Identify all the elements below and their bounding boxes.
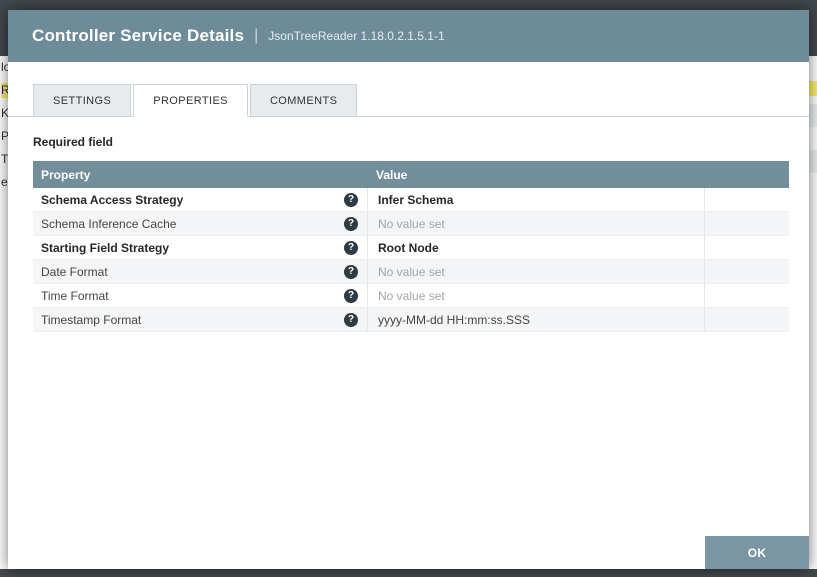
ok-button[interactable]: OK: [705, 536, 809, 569]
property-value-cell: No value set: [368, 260, 705, 283]
controller-service-details-dialog: Controller Service Details | JsonTreeRea…: [8, 10, 809, 569]
property-name: Time Format: [41, 288, 109, 303]
property-name-cell: Schema Inference Cache?: [33, 212, 368, 235]
dialog-header: Controller Service Details | JsonTreeRea…: [8, 10, 809, 62]
dialog-title: Controller Service Details: [32, 26, 245, 45]
property-actions-cell: [705, 284, 789, 307]
property-actions-cell: [705, 236, 789, 259]
property-name: Timestamp Format: [41, 312, 142, 327]
property-value-cell: No value set: [368, 212, 705, 235]
property-name-cell: Starting Field Strategy?: [33, 236, 368, 259]
property-name: Schema Inference Cache: [41, 216, 177, 231]
background-text-fragment: Ti: [1, 152, 8, 166]
property-row: Starting Field Strategy? Root Node: [33, 236, 789, 260]
property-value-cell: Root Node: [368, 236, 705, 259]
help-icon[interactable]: ?: [344, 288, 358, 303]
property-value: No value set: [378, 216, 445, 231]
property-value: yyyy-MM-dd HH:mm:ss.SSS: [378, 312, 531, 327]
tabs: SETTINGS PROPERTIES COMMENTS: [8, 84, 809, 117]
background-row-sliver: [809, 150, 817, 173]
property-name-cell: Time Format?: [33, 284, 368, 307]
background-text-fragment: R: [1, 83, 8, 98]
properties-table-header: Property Value: [33, 161, 789, 188]
properties-table: Property Value Schema Access Strategy? In…: [33, 161, 789, 332]
property-value: Root Node: [378, 240, 439, 255]
title-separator: |: [254, 27, 259, 44]
property-value-cell: Infer Schema: [368, 188, 705, 211]
background-text-fragment: P: [1, 129, 8, 143]
background-text-fragment: ec: [1, 175, 8, 189]
screen: lo R Ke P Ti ec Controller Service Details | …: [0, 0, 817, 577]
property-name-cell: Schema Access Strategy?: [33, 188, 368, 211]
property-name-cell: Timestamp Format?: [33, 308, 368, 331]
help-icon[interactable]: ?: [344, 312, 358, 327]
help-icon[interactable]: ?: [344, 264, 358, 279]
property-row: Schema Access Strategy? Infer Schema: [33, 188, 789, 212]
property-value: No value set: [378, 264, 445, 279]
property-row: Time Format? No value set: [33, 284, 789, 308]
background-row-sliver: [809, 81, 817, 96]
property-actions-cell: [705, 308, 789, 331]
background-row-sliver: [809, 104, 817, 127]
property-name: Schema Access Strategy: [41, 192, 184, 207]
property-name-cell: Date Format?: [33, 260, 368, 283]
help-icon[interactable]: ?: [344, 216, 358, 231]
property-row: Schema Inference Cache? No value set: [33, 212, 789, 236]
required-field-label: Required field: [33, 135, 114, 149]
tab-comments[interactable]: COMMENTS: [249, 84, 358, 117]
property-value-cell: No value set: [368, 284, 705, 307]
property-row: Timestamp Format? yyyy-MM-dd HH:mm:ss.SSS: [33, 308, 789, 332]
property-value-cell: yyyy-MM-dd HH:mm:ss.SSS: [368, 308, 705, 331]
help-icon[interactable]: ?: [344, 240, 358, 255]
help-icon[interactable]: ?: [344, 192, 358, 207]
property-name: Date Format: [41, 264, 108, 279]
background-page-right-sliver: [809, 56, 817, 569]
tab-settings[interactable]: SETTINGS: [33, 84, 132, 117]
properties-table-body: Schema Access Strategy? Infer Schema Schem…: [33, 188, 789, 332]
dialog-body: SETTINGS PROPERTIES COMMENTS Required fiel…: [8, 62, 809, 569]
dialog-subtitle: JsonTreeReader 1.18.0.2.1.5.1-1: [268, 29, 445, 43]
property-name: Starting Field Strategy: [41, 240, 170, 255]
property-actions-cell: [705, 188, 789, 211]
column-header-value: Value: [376, 167, 408, 182]
background-text-fragment: Ke: [1, 106, 8, 120]
background-page-left-sliver: lo R Ke P Ti ec: [0, 56, 8, 569]
property-actions-cell: [705, 212, 789, 235]
property-value: No value set: [378, 288, 445, 303]
tab-properties[interactable]: PROPERTIES: [133, 84, 248, 117]
property-actions-cell: [705, 260, 789, 283]
property-value: Infer Schema: [378, 192, 454, 207]
column-header-property: Property: [41, 167, 91, 182]
background-text-fragment: lo: [1, 60, 8, 74]
property-row: Date Format? No value set: [33, 260, 789, 284]
